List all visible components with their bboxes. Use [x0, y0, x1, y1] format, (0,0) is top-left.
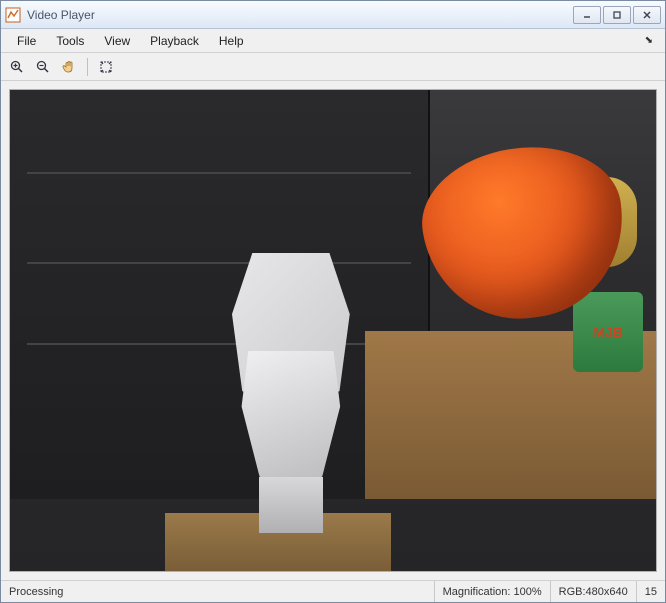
pan-button[interactable] [57, 56, 81, 78]
scene-can-label: MJB [593, 324, 623, 340]
zoom-in-icon [9, 59, 25, 75]
zoom-out-icon [35, 59, 51, 75]
menu-help[interactable]: Help [209, 31, 254, 51]
video-viewport[interactable]: MJB [9, 89, 657, 572]
hand-icon [61, 59, 77, 75]
window-title: Video Player [27, 8, 573, 22]
content-area: MJB [1, 81, 665, 580]
zoom-out-button[interactable] [31, 56, 55, 78]
titlebar: Video Player [1, 1, 665, 29]
menu-playback[interactable]: Playback [140, 31, 209, 51]
menu-tools[interactable]: Tools [46, 31, 94, 51]
zoom-in-button[interactable] [5, 56, 29, 78]
fit-to-window-button[interactable] [94, 56, 118, 78]
minimize-button[interactable] [573, 6, 601, 24]
close-button[interactable] [633, 6, 661, 24]
window-controls [573, 6, 661, 24]
status-magnification[interactable]: Magnification: 100% [435, 581, 551, 602]
menu-view[interactable]: View [94, 31, 140, 51]
toolbar-overflow-icon[interactable]: ⬊ [639, 32, 659, 49]
app-window: Video Player File Tools View Playback He… [0, 0, 666, 603]
maximize-button[interactable] [603, 6, 631, 24]
statusbar: Processing Magnification: 100% RGB:480x6… [1, 580, 665, 602]
toolbar [1, 53, 665, 81]
scene-green-can: MJB [573, 292, 643, 372]
app-icon [5, 7, 21, 23]
toolbar-separator [87, 58, 88, 76]
video-frame-image: MJB [10, 90, 656, 571]
menubar: File Tools View Playback Help ⬊ [1, 29, 665, 53]
fit-icon [98, 59, 114, 75]
status-format: RGB:480x640 [551, 581, 637, 602]
scene-head-sculpture [191, 253, 391, 533]
menu-file[interactable]: File [7, 31, 46, 51]
status-frame-number: 15 [637, 581, 665, 602]
status-text: Processing [1, 581, 435, 602]
